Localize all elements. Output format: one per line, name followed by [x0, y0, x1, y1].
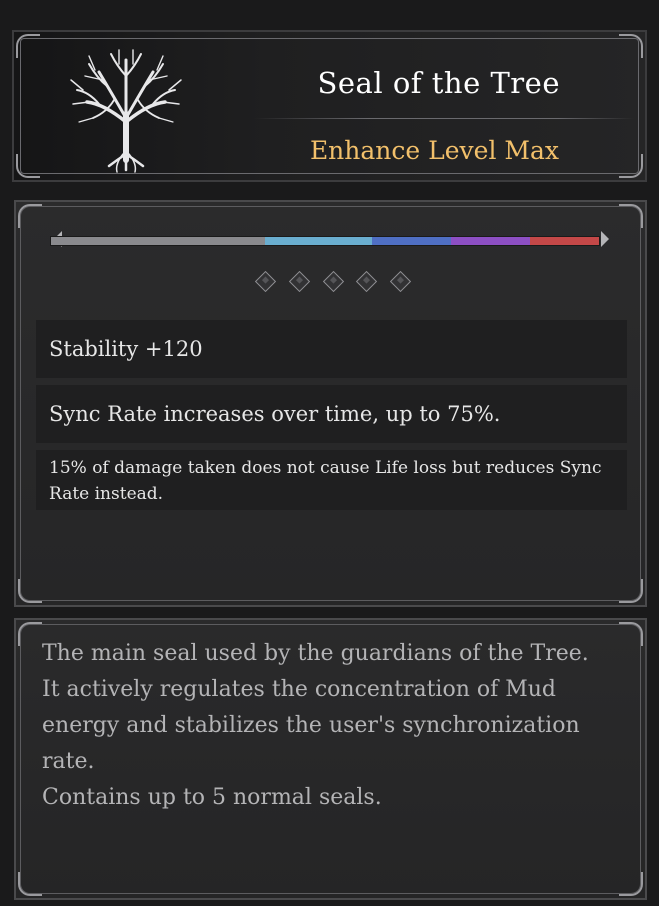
frame-corner	[619, 622, 643, 646]
header-divider	[254, 118, 634, 119]
empty-diamond-slot-icon[interactable]	[288, 270, 310, 293]
sync-bar-segment	[451, 237, 531, 245]
item-title: Seal of the Tree	[317, 66, 560, 100]
white-tree-emblem-icon	[70, 49, 182, 173]
frame-corner	[18, 579, 42, 603]
sync-rate-bar	[50, 236, 600, 246]
empty-diamond-slot-icon[interactable]	[254, 270, 277, 293]
seal-slot-row	[254, 270, 412, 294]
item-header-panel: Seal of the Tree Enhance Level Max	[12, 30, 647, 182]
stat-damage-effect: 15% of damage taken does not cause Life …	[36, 450, 627, 510]
sync-bar-segment	[264, 237, 372, 245]
description-line: It actively regulates the concentration …	[42, 677, 580, 774]
item-description: The main seal used by the guardians of t…	[42, 636, 622, 816]
empty-diamond-slot-icon[interactable]	[322, 270, 344, 293]
frame-corner	[619, 34, 643, 58]
description-line: Contains up to 5 normal seals.	[42, 785, 382, 810]
sync-bar-segment	[51, 237, 265, 245]
description-line: The main seal used by the guardians of t…	[42, 641, 589, 666]
bar-right-arrow-icon	[601, 231, 609, 247]
empty-diamond-slot-icon[interactable]	[389, 270, 412, 293]
sync-bar-segment	[371, 237, 452, 245]
frame-corner	[18, 622, 42, 646]
frame-corner	[619, 579, 643, 603]
enhance-level-label: Enhance Level Max	[309, 136, 559, 165]
empty-diamond-slot-icon[interactable]	[356, 270, 378, 293]
frame-corner	[18, 872, 42, 896]
stat-sync-rate: Sync Rate increases over time, up to 75%…	[36, 385, 627, 443]
stat-stability: Stability +120	[36, 320, 627, 378]
frame-corner	[619, 204, 643, 228]
frame-corner	[16, 154, 40, 178]
frame-corner	[619, 872, 643, 896]
frame-corner	[18, 204, 42, 228]
frame-corner	[619, 154, 643, 178]
frame-corner	[16, 34, 40, 58]
sync-bar-segment	[530, 237, 599, 245]
